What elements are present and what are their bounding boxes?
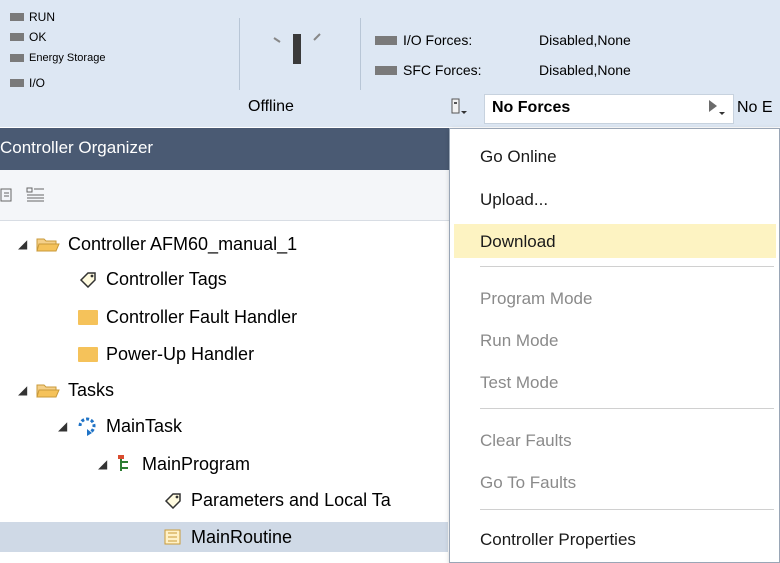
folder-open-icon — [36, 238, 60, 252]
menu-test-mode[interactable]: Test Mode — [480, 373, 558, 393]
tree-item-controller-tags[interactable]: Controller Tags — [78, 265, 227, 293]
menu-go-online[interactable]: Go Online — [480, 147, 557, 167]
io-forces-value: Disabled,None — [539, 32, 631, 48]
continuous-task-icon — [78, 417, 96, 436]
menu-controller-properties[interactable]: Controller Properties — [480, 530, 636, 550]
io-status: I/O — [10, 76, 45, 90]
tree-item-powerup-handler[interactable]: Power-Up Handler — [78, 340, 254, 368]
tree-item-label: Parameters and Local Ta — [191, 489, 391, 510]
tree-item-label: Controller AFM60_manual_1 — [68, 233, 298, 254]
tree-item-label: MainProgram — [142, 453, 251, 474]
io-forces-row: I/O Forces: Disabled,None — [375, 32, 631, 48]
menu-separator — [480, 266, 774, 267]
folder-open-icon — [36, 384, 60, 398]
menu-separator — [480, 509, 774, 510]
play-dropdown-icon — [709, 100, 725, 115]
keyswitch-icon — [273, 33, 321, 64]
ladder-routine-icon — [164, 529, 181, 545]
tree-item-controller[interactable]: ◢ Controller AFM60_manual_1 — [18, 230, 297, 258]
io-led-icon — [10, 79, 24, 87]
tree-item-fault-handler[interactable]: Controller Fault Handler — [78, 303, 297, 331]
ok-status: OK — [10, 30, 46, 44]
run-led-icon — [10, 13, 24, 21]
expand-triangle-icon[interactable]: ◢ — [18, 237, 36, 251]
tree-item-label: Controller Fault Handler — [106, 306, 298, 327]
tag-icon — [79, 272, 96, 288]
forces-status: No Forces — [492, 99, 571, 116]
tree-item-label: Controller Tags — [106, 268, 227, 289]
sfc-forces-label: SFC Forces: — [403, 62, 482, 78]
tree-item-label: MainRoutine — [191, 526, 293, 547]
tree-item-tasks[interactable]: ◢ Tasks — [18, 376, 114, 404]
controller-menu-icon — [451, 98, 467, 114]
io-forces-led-icon — [375, 35, 397, 45]
menu-clear-faults[interactable]: Clear Faults — [480, 431, 572, 451]
expand-triangle-icon[interactable]: ◢ — [18, 383, 36, 397]
list-view-icon[interactable] — [26, 186, 46, 204]
folder-icon — [78, 346, 98, 362]
controller-context-menu: Go Online Upload... Download Program Mod… — [449, 128, 780, 563]
tag-icon — [164, 493, 181, 509]
tree-item-label: Power-Up Handler — [106, 343, 255, 364]
run-label: RUN — [29, 10, 55, 24]
tree-item-parameters[interactable]: Parameters and Local Ta — [163, 486, 391, 514]
menu-separator — [480, 408, 774, 409]
organizer-title: Controller Organizer — [0, 138, 154, 157]
sfc-forces-value: Disabled,None — [539, 62, 631, 78]
ok-led-icon — [10, 33, 24, 41]
expand-triangle-icon[interactable]: ◢ — [58, 419, 76, 433]
expand-triangle-icon[interactable]: ◢ — [98, 457, 116, 471]
energy-storage-led-icon — [10, 54, 24, 62]
tree-item-label: MainTask — [106, 415, 183, 436]
edits-status: No E — [737, 99, 773, 116]
tree-item-maintask[interactable]: ◢ MainTask — [58, 412, 182, 440]
menu-go-to-faults[interactable]: Go To Faults — [480, 473, 576, 493]
divider — [239, 18, 240, 90]
forces-dropdown-button[interactable] — [704, 96, 730, 118]
tree-item-mainroutine[interactable]: MainRoutine — [163, 523, 292, 551]
program-icon — [118, 455, 128, 471]
menu-program-mode[interactable]: Program Mode — [480, 289, 592, 309]
controller-mode: Offline — [248, 98, 294, 115]
energy-storage-status: Energy Storage — [10, 52, 105, 64]
io-forces-label: I/O Forces: — [403, 32, 473, 48]
io-label: I/O — [29, 76, 46, 90]
ok-label: OK — [29, 30, 47, 44]
menu-upload[interactable]: Upload... — [480, 190, 548, 210]
tree-item-label: Tasks — [68, 379, 115, 400]
sfc-forces-led-icon — [375, 65, 397, 75]
folder-icon — [78, 309, 98, 325]
menu-run-mode[interactable]: Run Mode — [480, 331, 558, 351]
sfc-forces-row: SFC Forces: Disabled,None — [375, 62, 631, 78]
divider — [360, 18, 361, 90]
menu-download[interactable]: Download — [480, 232, 556, 252]
collapse-all-icon[interactable] — [0, 187, 14, 203]
energy-storage-label: Energy Storage — [29, 52, 106, 64]
mode-dropdown-button[interactable] — [446, 96, 472, 118]
run-status: RUN — [10, 10, 55, 24]
online-toolbar: RUN OK Energy Storage I/O I/O Forces: Di… — [0, 0, 780, 127]
tree-item-mainprogram[interactable]: ◢ MainProgram — [98, 450, 250, 478]
